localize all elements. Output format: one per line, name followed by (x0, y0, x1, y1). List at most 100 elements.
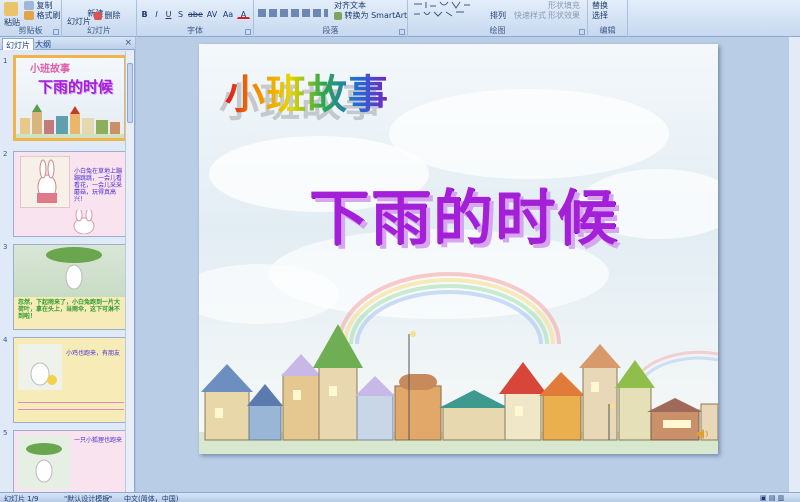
village-houses-illustration (199, 324, 718, 454)
thumbnail-row[interactable]: 4 小鸡也跑来，有朋友 (0, 334, 126, 424)
thumbnail-number: 4 (3, 336, 8, 344)
shapes-icon (414, 1, 470, 17)
pane-tabs: 幻灯片 大纲 × (0, 37, 135, 50)
slides-group: 新建 幻灯片 删除 幻灯片 (62, 0, 137, 37)
thumbnail-scrollbar[interactable] (125, 51, 134, 492)
font-group: B I U S abe AV Aa A 字体 (137, 0, 254, 37)
speaker-icon[interactable] (696, 428, 710, 440)
clipboard-group: 粘贴 复制 格式刷 剪贴板 (0, 0, 62, 37)
slide-thumbnail-1[interactable]: 小班故事 下雨的时候 (13, 55, 126, 141)
slide-title[interactable]: 小班故事 (225, 62, 389, 120)
drawing-launcher[interactable] (579, 29, 585, 35)
slides-pane: 幻灯片 大纲 × 1 小班故事 下雨的时候 2 小白兔在草地上蹦蹦跳跳，一会儿看… (0, 37, 135, 492)
thumbnail-row[interactable]: 3 忽然，下起雨来了，小白兔跑到一片大荷叶，拿在头上，当雨伞，这下可淋不到啦！ (0, 241, 126, 331)
format-painter-icon (24, 11, 34, 20)
slide-editing-area[interactable]: 小班故事 小班故事 下雨的时候 (136, 37, 800, 492)
change-case-button[interactable]: Aa (221, 9, 235, 19)
thumbnail-text: 忽然，下起雨来了，小白兔跑到一片大荷叶，拿在头上，当雨伞，这下可淋不到啦！ (18, 299, 121, 320)
thumbnail-number: 3 (3, 243, 8, 251)
rabbit-doll-thumb (73, 210, 95, 234)
thumbnail-number: 1 (3, 57, 8, 65)
arrange-label: 排列 (490, 11, 506, 20)
slide-thumbnail-3[interactable]: 忽然，下起雨来了，小白兔跑到一片大荷叶，拿在头上，当雨伞，这下可淋不到啦！ (13, 244, 126, 330)
clipboard-group-label: 剪贴板 (18, 26, 43, 35)
italic-button[interactable]: I (151, 9, 162, 19)
delete-label: 删除 (104, 11, 121, 20)
strikethrough-button[interactable]: abe (187, 9, 203, 19)
thumbnail-number: 5 (3, 429, 8, 437)
clipboard-launcher[interactable] (53, 29, 59, 35)
slide-thumbnail-4[interactable]: 小鸡也跑来，有朋友 (13, 337, 126, 423)
thumbnail-row[interactable]: 5 一只小狐狸也跑来 (0, 427, 126, 492)
quick-styles-label: 快速样式 (514, 11, 546, 20)
editing-group-label: 编辑 (599, 26, 616, 35)
fox-picture-thumb (18, 435, 70, 489)
select-label: 选择 (592, 11, 608, 20)
paragraph-group-label: 段落 (322, 26, 339, 35)
align-icons (258, 9, 328, 17)
format-painter-label: 格式刷 (36, 11, 61, 20)
arrange-button[interactable]: 排列 (490, 10, 506, 21)
slide-thumbnail-5[interactable]: 一只小狐狸也跑来 (13, 430, 126, 492)
text-direction-label: 对齐文本 (334, 1, 366, 10)
slide-thumbnail-2[interactable]: 小白兔在草地上蹦蹦跳跳，一会儿看看花，一会儿采采蘑菇，玩得真高兴！ (13, 151, 126, 237)
drawing-group: 排列 快速样式 形状填充 形状效果 绘图 (408, 0, 588, 37)
select-button[interactable]: 选择 (592, 10, 608, 21)
shape-effects-button[interactable]: 形状效果 (548, 10, 580, 21)
copy-icon (24, 1, 34, 10)
slide-counter: 幻灯片 1/9 (4, 495, 39, 502)
quick-styles-button[interactable]: 快速样式 (514, 10, 546, 21)
smartart-icon (334, 11, 342, 20)
thumbnail-text: 小鸡也跑来，有朋友 (66, 350, 121, 357)
tab-outline[interactable]: 大纲 (32, 38, 54, 50)
editing-group: 替换 选择 编辑 (588, 0, 628, 37)
chick-picture-thumb (18, 344, 62, 390)
char-spacing-button[interactable]: AV (205, 9, 219, 19)
thumbnail-title: 小班故事 (30, 64, 70, 75)
slide-subtitle[interactable]: 下雨的时候 (309, 170, 619, 257)
shape-fill-label: 形状填充 (548, 1, 580, 10)
language-indicator[interactable]: 中文(简体，中国) (124, 494, 178, 502)
shapes-gallery[interactable] (412, 0, 474, 22)
scrollbar-thumb[interactable] (127, 63, 133, 123)
current-slide[interactable]: 小班故事 小班故事 下雨的时候 (199, 44, 718, 454)
paragraph-launcher[interactable] (399, 29, 405, 35)
view-buttons[interactable]: ▣ ▤ ▥ (760, 494, 784, 502)
delete-slide-button[interactable]: 删除 (94, 10, 121, 21)
thumbnail-list[interactable]: 1 小班故事 下雨的时候 2 小白兔在草地上蹦蹦跳跳，一会儿看看花，一会儿采采蘑… (0, 51, 126, 492)
slides-group-label: 幻灯片 (87, 26, 111, 35)
delete-icon (94, 11, 102, 20)
replace-label: 替换 (592, 1, 608, 10)
thumbnail-row[interactable]: 2 小白兔在草地上蹦蹦跳跳，一会儿看看花，一会儿采采蘑菇，玩得真高兴！ (0, 148, 126, 238)
drawing-group-label: 绘图 (489, 26, 506, 35)
format-painter-button[interactable]: 格式刷 (24, 10, 61, 21)
status-bar: 幻灯片 1/9 "默认设计模板" ✓ 中文(简体，中国) ▣ ▤ ▥ (0, 492, 800, 502)
font-color-button[interactable]: A (237, 9, 250, 19)
rabbit-picture-thumb (20, 156, 70, 208)
thumbnail-number: 2 (3, 150, 8, 158)
spell-check-icon[interactable]: ✓ (106, 494, 112, 502)
font-launcher[interactable] (245, 29, 251, 35)
thumbnail-text: 一只小狐狸也跑来 (74, 437, 123, 444)
village-illustration-thumb (16, 104, 124, 138)
underline-button[interactable]: U (163, 9, 174, 19)
bold-button[interactable]: B (139, 9, 150, 19)
thumbnail-text-lines (18, 396, 124, 410)
thumbnail-row[interactable]: 1 小班故事 下雨的时候 (0, 55, 126, 145)
close-icon[interactable]: × (124, 38, 132, 48)
thumbnail-subtitle: 下雨的时候 (38, 78, 114, 96)
rain-picture-thumb (14, 245, 126, 297)
convert-smartart-button[interactable]: 转换为 SmartArt (334, 10, 407, 21)
ribbon: 粘贴 复制 格式刷 剪贴板 新建 幻灯片 删除 幻灯片 B (0, 0, 800, 37)
paragraph-group: 对齐文本 转换为 SmartArt 段落 (254, 0, 408, 37)
shape-effects-label: 形状效果 (548, 11, 580, 20)
powerpoint-window: 粘贴 复制 格式刷 剪贴板 新建 幻灯片 删除 幻灯片 B (0, 0, 800, 502)
shadow-button[interactable]: S (175, 9, 186, 19)
paste-icon (4, 2, 18, 16)
slide-scrollbar[interactable] (788, 37, 800, 492)
copy-label: 复制 (36, 1, 53, 10)
font-group-label: 字体 (187, 26, 203, 35)
smartart-label: 转换为 SmartArt (344, 11, 408, 20)
tab-slides[interactable]: 幻灯片 (2, 38, 34, 50)
align-buttons[interactable] (258, 9, 328, 19)
